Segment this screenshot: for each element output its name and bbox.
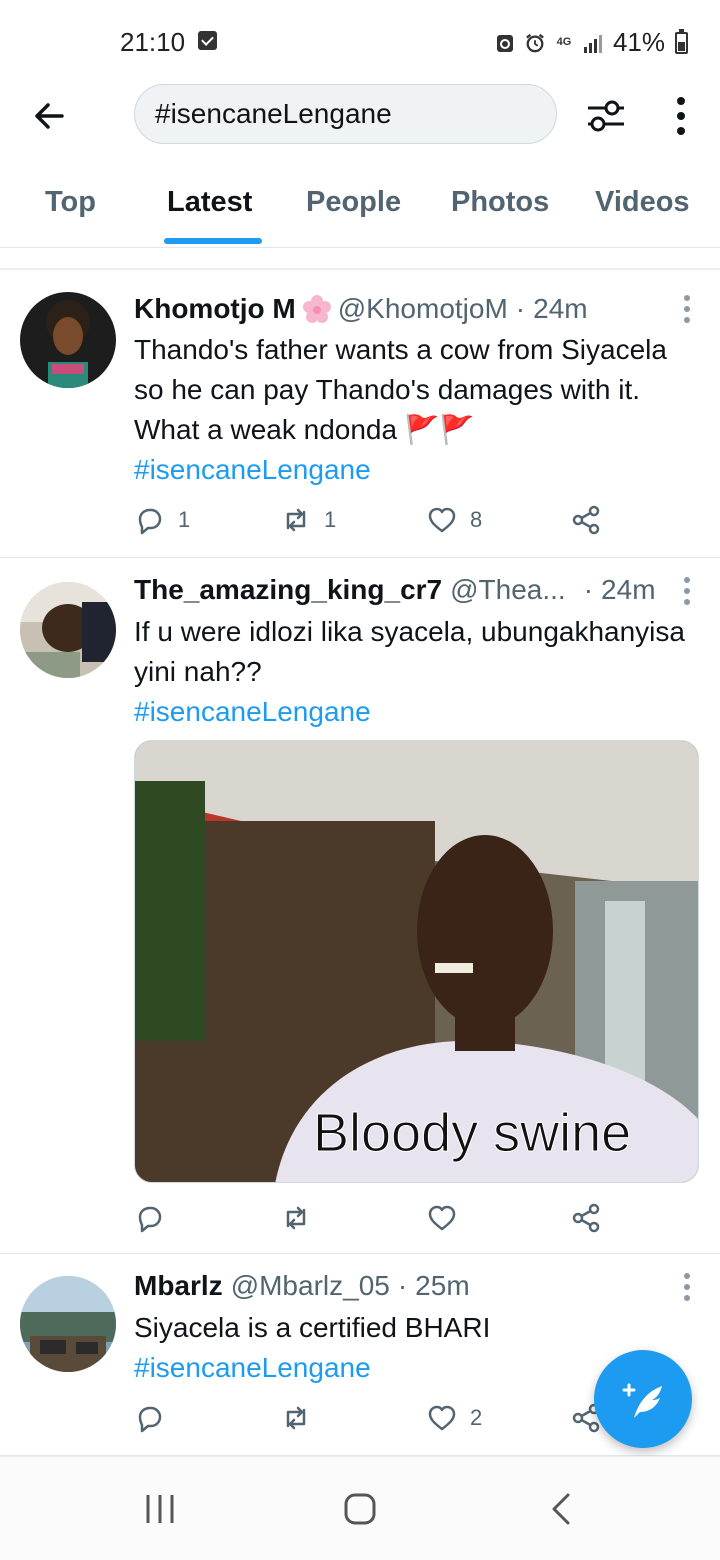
like-count: 8 [470,507,483,532]
author-name[interactable]: Mbarlz [134,1270,223,1302]
tweet-text: If u were idlozi lika syacela, ubungakha… [134,612,704,732]
retweet-button[interactable] [280,1402,312,1434]
signal-icon [583,34,602,53]
retweet-button[interactable]: 1 [280,504,336,536]
tweet-options-icon[interactable] [682,576,692,606]
recycle-icon [496,34,513,52]
author-name[interactable]: Khomotjo M [134,293,296,325]
status-bar: 21:10 4G 41% [0,0,720,84]
tweet-header: Mbarlz @Mbarlz_05 · 25m [134,1270,470,1302]
share-button[interactable] [570,504,602,536]
tweet-options-icon[interactable] [682,1272,692,1302]
avatar[interactable] [20,582,116,678]
reply-count: 1 [178,507,191,532]
retweet-icon [286,1406,306,1430]
tweet-options-icon[interactable] [682,294,692,324]
tab-videos[interactable]: Videos [595,186,690,219]
heart-icon [428,1405,456,1431]
tweet-text: Thando's father wants a cow from Siyacel… [134,330,704,490]
back-arrow-icon[interactable] [28,94,72,138]
author-handle[interactable]: @Mbarlz_05 [231,1270,390,1302]
retweet-count: 1 [324,507,337,532]
compose-feather-icon [622,1383,662,1418]
tab-photos[interactable]: Photos [451,186,549,219]
alarm-icon [526,33,544,52]
retweet-button[interactable] [280,1202,312,1234]
tweet-header: The_amazing_king_cr7 @Thea... · 24m [134,574,656,606]
like-button[interactable]: 2 [426,1402,482,1434]
author-handle[interactable]: @KhomotjoM [338,293,508,325]
tweet-text-content: Siyacela is a certified BHARI [134,1312,491,1343]
search-tabs: Top Latest People Photos Videos [0,172,720,248]
tweet[interactable]: The_amazing_king_cr7 @Thea... · 24m If u… [0,558,720,1254]
back-nav-icon[interactable] [540,1487,584,1531]
battery-icon [675,28,688,54]
recent-apps-icon[interactable] [138,1487,182,1531]
retweet-icon [286,508,306,532]
retweet-icon [286,1206,306,1230]
reply-icon [138,508,162,535]
reply-icon [138,1206,162,1233]
tweet-actions [134,1202,614,1238]
author-name[interactable]: The_amazing_king_cr7 [134,574,442,606]
like-button[interactable] [426,1202,458,1234]
avatar[interactable] [20,1276,116,1372]
hashtag-link[interactable]: #isencaneLengane [134,454,371,485]
network-type: 4G [556,36,572,48]
search-input[interactable]: #isencaneLengane [134,84,557,144]
tweet-time[interactable]: 25m [415,1270,469,1302]
tab-top[interactable]: Top [45,186,96,219]
avatar[interactable] [20,292,116,388]
active-tab-indicator [164,238,262,244]
author-handle[interactable]: @Thea... [450,574,566,606]
tweet-time[interactable]: 24m [533,293,587,325]
search-header: #isencaneLengane [0,84,720,148]
meme-caption-text: Bloody swine [313,1103,631,1163]
status-time: 21:10 [120,27,186,57]
compose-tweet-button[interactable] [594,1350,692,1448]
search-filter-icon[interactable] [584,96,628,136]
hashtag-link[interactable]: #isencaneLengane [134,696,371,727]
tweet-header: Khomotjo M @KhomotjoM · 24m [134,292,588,326]
system-navigation-bar [0,1456,720,1560]
notification-check-icon [198,31,217,50]
reply-icon [138,1406,162,1433]
tweet-time[interactable]: 24m [601,574,655,606]
tweet-media-image[interactable]: Bloody swine [134,740,699,1183]
reply-button[interactable]: 1 [134,504,190,536]
tweet-actions: 1 1 8 [134,504,614,540]
more-options-icon[interactable] [664,94,698,138]
hashtag-link[interactable]: #isencaneLengane [134,1352,371,1383]
home-icon[interactable] [338,1487,382,1531]
reply-button[interactable] [134,1402,166,1434]
battery-percent: 41% [612,27,665,57]
share-button[interactable] [570,1202,602,1234]
tab-latest[interactable]: Latest [167,186,252,219]
separator-dot: · [583,574,594,605]
separator-dot: · [397,1270,408,1301]
like-count: 2 [470,1405,483,1430]
tab-people[interactable]: People [306,186,401,219]
tweet-text-content: If u were idlozi lika syacela, ubungakha… [134,616,685,687]
tweet-actions: 2 [134,1402,614,1438]
tweet-text-content: Thando's father wants a cow from Siyacel… [134,334,667,445]
status-icons: 4G 41% [495,27,688,58]
tweet[interactable]: Khomotjo M @KhomotjoM · 24m Thando's fat… [0,270,720,558]
heart-icon [428,507,456,533]
flower-emoji-icon [302,295,331,323]
share-icon [572,505,600,535]
separator-dot: · [515,293,526,324]
share-icon [572,1203,600,1233]
reply-button[interactable] [134,1202,166,1234]
heart-icon [428,1205,456,1231]
like-button[interactable]: 8 [426,504,482,536]
